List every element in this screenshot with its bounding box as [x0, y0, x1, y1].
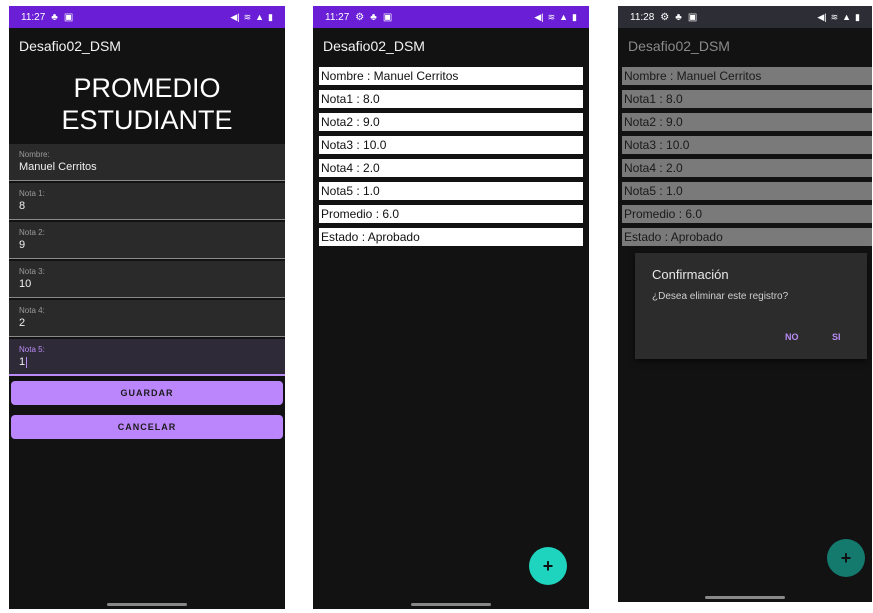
- app-title: Desafio02_DSM: [323, 38, 425, 54]
- field-value: 1: [19, 356, 26, 368]
- list-item[interactable]: Nota2 : 9.0: [319, 113, 583, 131]
- status-bar: 11:28 ⚙ ♣ ▣ ◀| ≋ ▲ ▮: [618, 6, 872, 28]
- dialog-title: Confirmación: [652, 267, 729, 282]
- image-icon: ▣: [382, 11, 393, 23]
- field-label: Nota 2:: [19, 228, 45, 237]
- yes-button[interactable]: SI: [832, 332, 841, 342]
- field-label: Nombre:: [19, 150, 50, 159]
- field-value: 10: [19, 278, 32, 290]
- field-value: 8: [19, 200, 26, 212]
- mute-icon: ◀|: [230, 11, 240, 22]
- nav-gesture-bar[interactable]: [107, 603, 187, 606]
- list-item[interactable]: Nota1 : 8.0: [319, 90, 583, 108]
- field-value-wrap: 1: [19, 356, 275, 368]
- nav-gesture-bar[interactable]: [705, 596, 785, 599]
- signal-icon: ▲: [842, 12, 852, 22]
- status-time: 11:27: [325, 11, 350, 23]
- image-icon: ▣: [687, 11, 698, 23]
- list-item[interactable]: Nota4 : 2.0: [622, 159, 872, 177]
- nota2-field[interactable]: Nota 2: 9: [9, 222, 285, 259]
- list-item[interactable]: Estado : Aprobado: [622, 228, 872, 246]
- app-title: Desafio02_DSM: [628, 38, 730, 54]
- nota5-field[interactable]: Nota 5: 1: [9, 339, 285, 376]
- phone-screen-form: 11:27 ♣ ▣ ◀| ≋ ▲ ▮ Desafio02_DSM PROMEDI…: [9, 6, 285, 609]
- field-value: 2: [19, 317, 26, 329]
- heading-line2: ESTUDIANTE: [61, 105, 233, 135]
- nota3-field[interactable]: Nota 3: 10: [9, 261, 285, 298]
- form-fields: Nombre: Manuel Cerritos Nota 1: 8 Nota 2…: [9, 144, 285, 376]
- wifi-icon: ≋: [547, 11, 556, 22]
- list-item[interactable]: Nota3 : 10.0: [622, 136, 872, 154]
- status-time: 11:27: [21, 11, 46, 23]
- text-caret: [26, 356, 28, 368]
- add-button[interactable]: +: [827, 539, 865, 577]
- record-list: Nombre : Manuel Cerritos Nota1 : 8.0 Not…: [618, 64, 872, 246]
- nombre-field[interactable]: Nombre: Manuel Cerritos: [9, 144, 285, 181]
- phone-screen-list: 11:27 ⚙ ♣ ▣ ◀| ≋ ▲ ▮ Desafio02_DSM Nombr…: [313, 6, 589, 609]
- list-item[interactable]: Promedio : 6.0: [319, 205, 583, 223]
- list-item[interactable]: Nota2 : 9.0: [622, 113, 872, 131]
- confirm-dialog: Confirmación ¿Desea eliminar este regist…: [635, 253, 867, 359]
- field-label: Nota 1:: [19, 189, 45, 198]
- notification-icon: ♣: [370, 11, 377, 23]
- field-label: Nota 4:: [19, 306, 45, 315]
- signal-icon: ▲: [255, 12, 265, 22]
- settings-icon: ⚙: [355, 11, 365, 23]
- battery-icon: ▮: [572, 11, 577, 22]
- wifi-icon: ≋: [243, 11, 252, 22]
- list-item[interactable]: Nota3 : 10.0: [319, 136, 583, 154]
- record-list: Nombre : Manuel Cerritos Nota1 : 8.0 Not…: [313, 64, 589, 246]
- list-item[interactable]: Nota5 : 1.0: [319, 182, 583, 200]
- notification-icon: ♣: [51, 11, 58, 23]
- list-item[interactable]: Nombre : Manuel Cerritos: [319, 67, 583, 85]
- list-item[interactable]: Estado : Aprobado: [319, 228, 583, 246]
- heading-line1: PROMEDIO: [73, 73, 221, 103]
- dialog-message: ¿Desea eliminar este registro?: [652, 291, 789, 302]
- plus-icon: +: [542, 556, 554, 576]
- add-button[interactable]: +: [529, 547, 567, 585]
- field-label: Nota 3:: [19, 267, 45, 276]
- cancel-button[interactable]: CANCELAR: [11, 415, 283, 439]
- status-bar: 11:27 ♣ ▣ ◀| ≋ ▲ ▮: [9, 6, 285, 28]
- list-item[interactable]: Nombre : Manuel Cerritos: [622, 67, 872, 85]
- field-value: 9: [19, 239, 26, 251]
- app-title: Desafio02_DSM: [19, 38, 121, 54]
- list-item[interactable]: Nota5 : 1.0: [622, 182, 872, 200]
- nav-gesture-bar[interactable]: [411, 603, 491, 606]
- nota1-field[interactable]: Nota 1: 8: [9, 183, 285, 220]
- notification-icon: ♣: [675, 11, 682, 23]
- status-time: 11:28: [630, 11, 655, 23]
- save-button[interactable]: GUARDAR: [11, 381, 283, 405]
- list-item[interactable]: Promedio : 6.0: [622, 205, 872, 223]
- signal-icon: ▲: [559, 12, 569, 22]
- settings-icon: ⚙: [660, 11, 670, 23]
- mute-icon: ◀|: [534, 11, 544, 22]
- mute-icon: ◀|: [817, 11, 827, 22]
- plus-icon: +: [840, 548, 852, 568]
- list-item[interactable]: Nota1 : 8.0: [622, 90, 872, 108]
- field-label: Nota 5:: [19, 345, 45, 354]
- nota4-field[interactable]: Nota 4: 2: [9, 300, 285, 337]
- list-item[interactable]: Nota4 : 2.0: [319, 159, 583, 177]
- page-heading: PROMEDIO ESTUDIANTE: [9, 72, 285, 136]
- field-value: Manuel Cerritos: [19, 161, 97, 173]
- battery-icon: ▮: [268, 11, 273, 22]
- status-bar: 11:27 ⚙ ♣ ▣ ◀| ≋ ▲ ▮: [313, 6, 589, 28]
- phone-screen-dialog: 11:28 ⚙ ♣ ▣ ◀| ≋ ▲ ▮ Desafio02_DSM Nombr…: [618, 6, 872, 602]
- no-button[interactable]: NO: [785, 332, 799, 342]
- battery-icon: ▮: [855, 11, 860, 22]
- image-icon: ▣: [63, 11, 74, 23]
- wifi-icon: ≋: [830, 11, 839, 22]
